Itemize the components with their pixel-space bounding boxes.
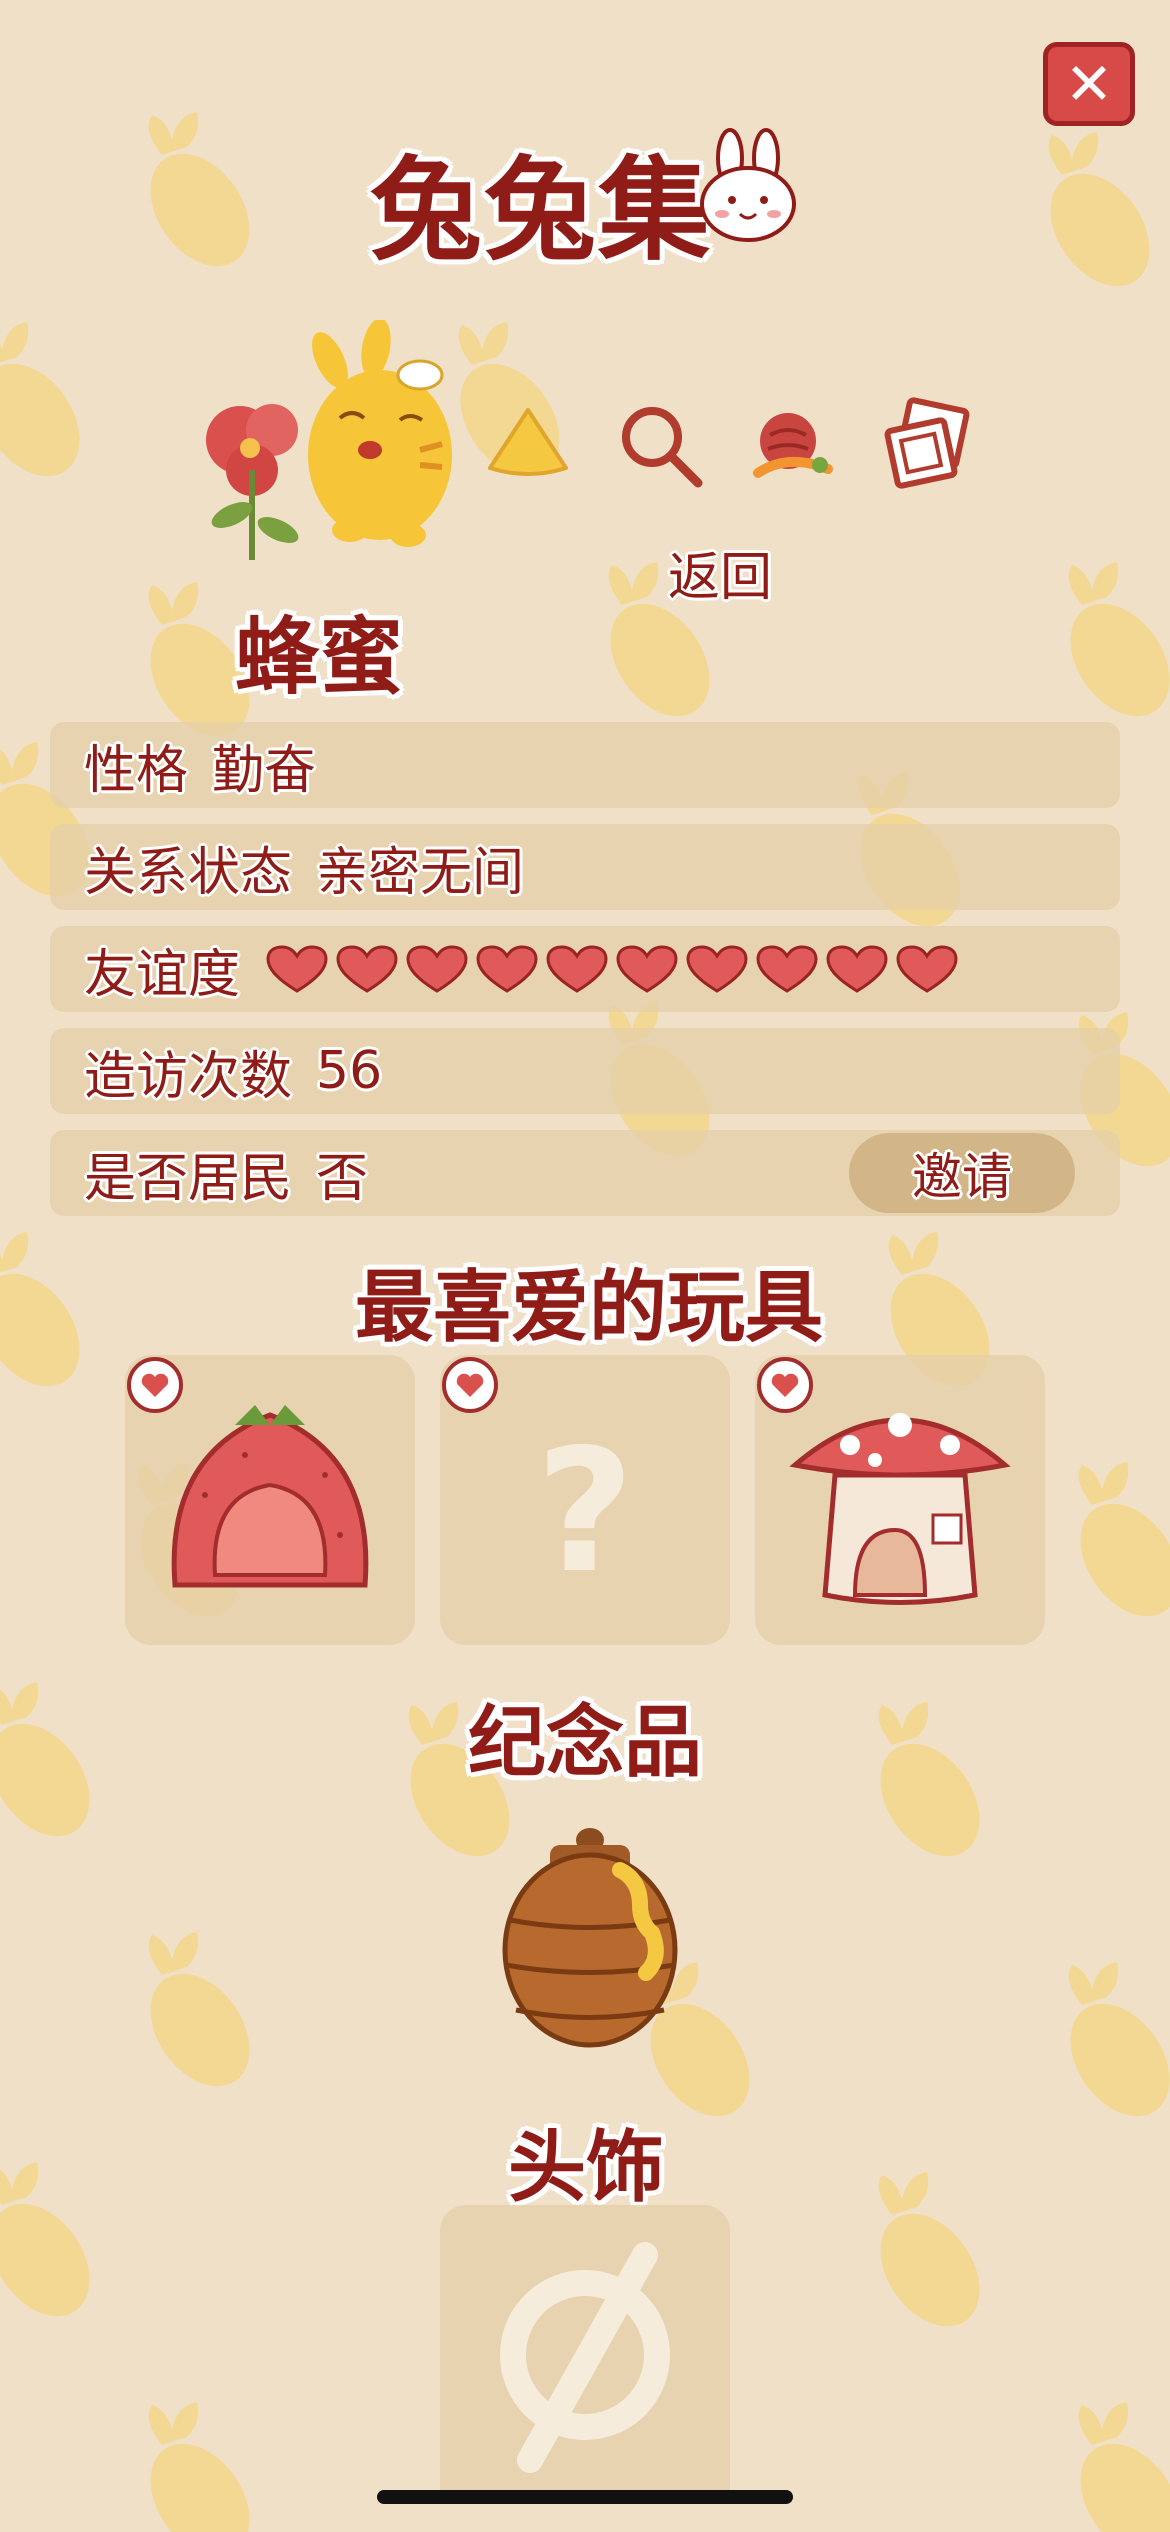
relationship-value: 亲密无间 xyxy=(316,842,525,903)
rabbit-face-icon xyxy=(700,128,796,242)
empty-set-icon xyxy=(500,2242,670,2473)
heart-badge-icon xyxy=(442,1357,498,1413)
character-name: 蜂蜜 xyxy=(235,608,404,706)
invite-button[interactable]: 邀请 xyxy=(849,1133,1075,1213)
svg-text:?: ? xyxy=(536,1413,635,1611)
heart-icon xyxy=(756,945,818,993)
personality-value: 勤奋 xyxy=(212,740,317,801)
food-basket-icon[interactable] xyxy=(740,395,840,495)
headwear-slot[interactable] xyxy=(440,2205,730,2495)
page-title: 兔兔集 xyxy=(370,146,712,276)
toy-card-strawberry[interactable] xyxy=(125,1355,415,1645)
back-button[interactable]: 返回 xyxy=(668,535,772,610)
toy-card-mushroom[interactable] xyxy=(755,1355,1045,1645)
relationship-label: 关系状态 xyxy=(84,842,293,903)
heart-icon xyxy=(826,945,888,993)
friendship-label: 友谊度 xyxy=(84,944,241,1005)
bee-bunny-character-icon xyxy=(206,320,452,560)
heart-icon xyxy=(616,945,678,993)
visits-value: 56 xyxy=(316,1041,383,1101)
info-row-visits: 造访次数 56 xyxy=(50,1028,1120,1114)
heart-icon xyxy=(896,945,958,993)
close-button[interactable]: ✕ xyxy=(1043,42,1135,126)
heart-badge-icon xyxy=(757,1357,813,1413)
toys-title: 最喜爱的玩具 xyxy=(355,1263,824,1353)
heart-badge-icon xyxy=(127,1357,183,1413)
info-row-resident: 是否居民 否 邀请 xyxy=(50,1130,1120,1216)
home-indicator[interactable] xyxy=(377,2490,793,2504)
souvenir-title: 纪念品 xyxy=(468,1698,703,1788)
heart-icon xyxy=(686,945,748,993)
honey-pot-icon[interactable] xyxy=(480,1800,700,2060)
personality-label: 性格 xyxy=(84,740,189,801)
resident-label: 是否居民 xyxy=(84,1148,293,1209)
close-icon: ✕ xyxy=(1064,50,1114,118)
resident-value: 否 xyxy=(316,1148,369,1209)
info-row-friendship: 友谊度 xyxy=(50,926,1120,1012)
visits-label: 造访次数 xyxy=(84,1046,293,1107)
info-row-personality: 性格 勤奋 xyxy=(50,722,1120,808)
toy-card-unknown[interactable]: ? xyxy=(440,1355,730,1645)
heart-icon xyxy=(266,945,328,993)
honey-triangle-icon[interactable] xyxy=(478,390,578,490)
headwear-title: 头饰 xyxy=(508,2123,665,2213)
heart-icon xyxy=(406,945,468,993)
heart-icon xyxy=(336,945,398,993)
magnifier-icon[interactable] xyxy=(610,395,710,495)
heart-icon xyxy=(476,945,538,993)
heart-icon xyxy=(546,945,608,993)
friendship-hearts xyxy=(264,943,960,995)
photo-icon[interactable] xyxy=(880,395,980,495)
info-row-relationship: 关系状态 亲密无间 xyxy=(50,824,1120,910)
